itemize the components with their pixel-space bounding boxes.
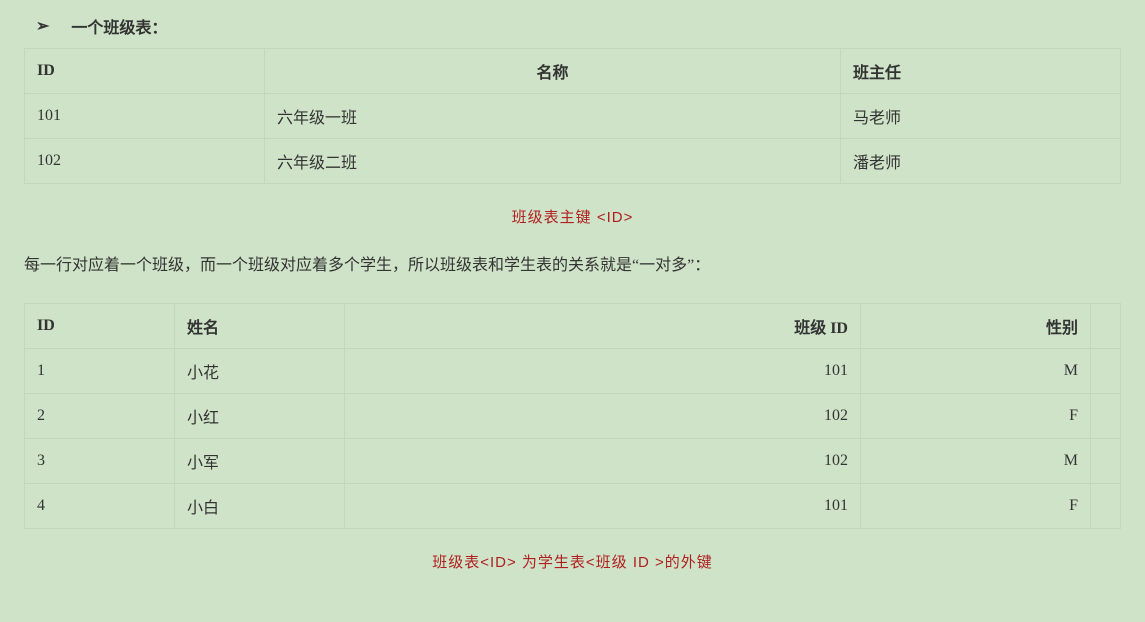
cell-spacer — [1091, 393, 1121, 438]
caption-text: 班级表主键 — [512, 209, 592, 226]
col-gender: 性别 — [861, 303, 1091, 348]
cell-name: 小红 — [175, 393, 345, 438]
caption-tag: <班级 ID > — [586, 554, 665, 571]
cell-id: 4 — [25, 483, 175, 528]
table-header-row: ID 姓名 班级 ID 性别 — [25, 303, 1121, 348]
cell-teacher: 潘老师 — [841, 139, 1121, 184]
col-spacer — [1091, 303, 1121, 348]
cell-class-id: 101 — [345, 483, 861, 528]
cell-name: 六年级二班 — [265, 139, 841, 184]
table-caption-foreign-key: 班级表<ID> 为学生表<班级 ID >的外键 — [24, 551, 1121, 572]
table-row: 101 六年级一班 马老师 — [25, 94, 1121, 139]
caption-text: 班级表 — [432, 554, 480, 571]
cell-spacer — [1091, 438, 1121, 483]
cell-name: 小白 — [175, 483, 345, 528]
cell-name: 小花 — [175, 348, 345, 393]
cell-teacher: 马老师 — [841, 94, 1121, 139]
table-header-row: ID 名称 班主任 — [25, 49, 1121, 94]
col-name: 名称 — [265, 49, 841, 94]
table-row: 4 小白 101 F — [25, 483, 1121, 528]
cell-id: 1 — [25, 348, 175, 393]
table-row: 3 小军 102 M — [25, 438, 1121, 483]
section-title: 一个班级表： — [71, 14, 167, 38]
cell-class-id: 102 — [345, 393, 861, 438]
student-table: ID 姓名 班级 ID 性别 1 小花 101 M 2 小红 102 F 3 小… — [24, 303, 1121, 529]
caption-text: 的外键 — [665, 554, 713, 571]
cell-spacer — [1091, 483, 1121, 528]
table-row: 1 小花 101 M — [25, 348, 1121, 393]
cell-gender: F — [861, 393, 1091, 438]
col-name: 姓名 — [175, 303, 345, 348]
cell-gender: F — [861, 483, 1091, 528]
caption-text: 为学生表 — [517, 554, 586, 571]
col-class-id: 班级 ID — [345, 303, 861, 348]
cell-spacer — [1091, 348, 1121, 393]
cell-class-id: 102 — [345, 438, 861, 483]
table-caption-primary-key: 班级表主键 <ID> — [24, 206, 1121, 227]
cell-name: 六年级一班 — [265, 94, 841, 139]
relationship-paragraph: 每一行对应着一个班级，而一个班级对应着多个学生，所以班级表和学生表的关系就是“一… — [24, 253, 1121, 279]
caption-tag: <ID> — [592, 209, 634, 226]
cell-id: 2 — [25, 393, 175, 438]
cell-name: 小军 — [175, 438, 345, 483]
cell-id: 102 — [25, 139, 265, 184]
col-id: ID — [25, 303, 175, 348]
cell-gender: M — [861, 348, 1091, 393]
col-id: ID — [25, 49, 265, 94]
cell-id: 3 — [25, 438, 175, 483]
class-table: ID 名称 班主任 101 六年级一班 马老师 102 六年级二班 潘老师 — [24, 48, 1121, 184]
table-row: 102 六年级二班 潘老师 — [25, 139, 1121, 184]
table-row: 2 小红 102 F — [25, 393, 1121, 438]
chevron-right-icon: ➢ — [36, 16, 49, 36]
cell-id: 101 — [25, 94, 265, 139]
cell-class-id: 101 — [345, 348, 861, 393]
bullet-heading: ➢ 一个班级表： — [24, 12, 1121, 48]
col-teacher: 班主任 — [841, 49, 1121, 94]
caption-tag: <ID> — [480, 554, 517, 571]
cell-gender: M — [861, 438, 1091, 483]
